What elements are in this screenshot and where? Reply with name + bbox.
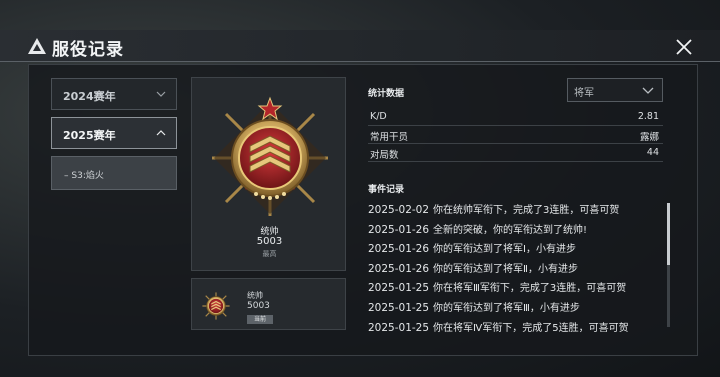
event-date: 2025-01-26 (368, 223, 430, 236)
events-list[interactable]: 2025-02-02 你在统帅军衔下，完成了3连胜，可喜可贺 2025-01-26… (368, 197, 668, 334)
event-text: 你在统帅军衔下，完成了3连胜，可喜可贺 (433, 205, 620, 216)
commander-rank-emblem-small (202, 292, 230, 320)
stat-value: 44 (646, 147, 659, 158)
event-date: 2025-02-02 (368, 204, 430, 216)
event-text: 你在将军Ⅲ军衔下，完成了3连胜，可喜可贺 (433, 283, 627, 295)
season-label: 2025赛年 (63, 129, 116, 142)
chevron-down-icon (156, 91, 166, 97)
rank-filter-dropdown[interactable]: 将军 (567, 78, 663, 102)
event-text: 你的军衔达到了将军Ⅲ，小有进步 (433, 302, 580, 314)
window-title: 服役记录 (52, 40, 124, 60)
close-icon[interactable] (674, 37, 694, 57)
current-rank-score: 5003 (247, 301, 270, 311)
season-2025-toggle[interactable]: 2025赛年 (51, 117, 177, 149)
rank-filter-value: 将军 (574, 88, 594, 99)
stat-row-kd: K/D 2.81 (368, 108, 663, 126)
stat-label: 对局数 (370, 150, 399, 161)
chevron-down-icon (642, 87, 654, 94)
commander-rank-emblem (212, 96, 328, 216)
title-bar: 服役记录 (0, 30, 720, 62)
rank-tag: 最高 (262, 250, 277, 258)
event-date: 2025-01-26 (368, 243, 430, 256)
season-label: 2024赛年 (63, 90, 116, 103)
stats-title: 统计数据 (368, 89, 405, 99)
season-sub-label: S3:焰火 (71, 171, 104, 181)
highest-rank-card: 统帅 5003 最高 (191, 77, 346, 271)
season-s3-item[interactable]: – S3:焰火 (51, 156, 177, 190)
stat-value: 露娜 (639, 132, 659, 143)
event-item: 2025-01-26 全新的突破，你的军衔达到了统帅! (368, 217, 668, 237)
chevron-up-icon (156, 130, 166, 136)
event-item: 2025-01-25 你在将军Ⅲ军衔下，完成了3连胜，可喜可贺 (368, 275, 668, 295)
event-text: 你在将军Ⅳ军衔下，完成了5连胜，可喜可贺 (433, 322, 629, 334)
event-text: 你的军衔达到了将军Ⅱ，小有进步 (433, 263, 578, 275)
triangle-a-logo-icon (28, 38, 46, 54)
current-rank-card: 统帅 5003 当前 (191, 278, 346, 330)
current-badge: 当前 (247, 315, 273, 324)
event-date: 2025-01-25 (368, 282, 430, 295)
stat-label: 常用干员 (370, 132, 409, 143)
event-date: 2025-01-26 (368, 262, 430, 275)
event-item: 2025-01-26 你的军衔达到了将军Ⅱ，小有进步 (368, 256, 668, 276)
events-scrollbar-thumb[interactable] (667, 203, 670, 265)
event-date: 2025-01-25 (368, 301, 430, 314)
event-text: 你的军衔达到了将军Ⅰ，小有进步 (433, 244, 576, 256)
event-item: 2025-02-02 你在统帅军衔下，完成了3连胜，可喜可贺 (368, 197, 668, 217)
event-item: 2025-01-26 你的军衔达到了将军Ⅰ，小有进步 (368, 236, 668, 256)
stat-row-matches: 对局数 44 (368, 144, 663, 162)
event-item: 2025-01-25 你的军衔达到了将军Ⅲ，小有进步 (368, 295, 668, 315)
title-divider (0, 61, 720, 62)
current-rank-name: 统帅 (247, 291, 263, 300)
event-item: 2025-01-25 你在将军Ⅳ军衔下，完成了5连胜，可喜可贺 (368, 315, 668, 334)
event-date: 2025-01-25 (368, 321, 430, 334)
season-2024-toggle[interactable]: 2024赛年 (51, 78, 177, 110)
stat-value: 2.81 (637, 111, 659, 122)
stat-label: K/D (370, 111, 387, 122)
stat-row-operator: 常用干员 露娜 (368, 126, 663, 144)
event-text: 全新的突破，你的军衔达到了统帅! (433, 224, 588, 236)
events-title: 事件记录 (368, 185, 405, 195)
rank-score: 5003 (256, 236, 283, 247)
